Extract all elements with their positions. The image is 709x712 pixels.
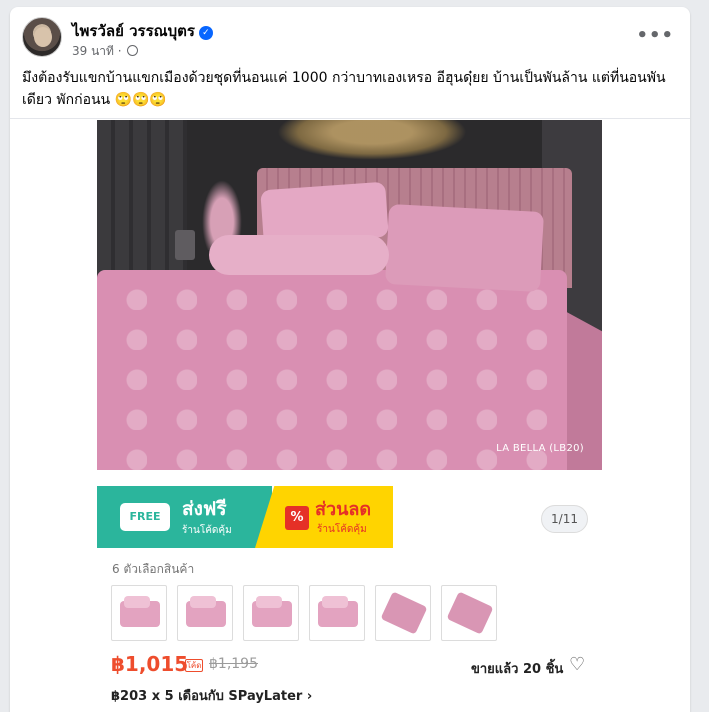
coupon-badge: โค้ด xyxy=(185,659,203,672)
product-photo[interactable]: LA BELLA (LB20) xyxy=(97,120,602,470)
thumb-pillow-image xyxy=(190,596,216,608)
sold-count: ขายแล้ว 20 ชิ้น xyxy=(471,662,564,677)
heart-icon[interactable]: ♡ xyxy=(569,654,585,675)
percent-icon: % xyxy=(285,506,309,530)
post-header: ไพรวัลย์ วรรณบุตร ✓ 39 นาที · ••• xyxy=(22,17,682,61)
variant-thumb-4[interactable] xyxy=(309,585,365,641)
post-time[interactable]: 39 นาที xyxy=(72,44,114,58)
photo-lamp xyxy=(175,230,195,260)
image-pager: 1/11 xyxy=(541,505,588,533)
installment-link[interactable]: ฿203 x 5 เดือนกับ SPayLater › xyxy=(111,685,312,706)
thumb-pillow-image xyxy=(322,596,348,608)
globe-icon xyxy=(127,45,139,56)
post-text: มึงต้องรับแขกบ้านแขกเมืองด้วยชุดที่นอนแค… xyxy=(22,70,666,108)
thumb-folded-image xyxy=(446,591,494,635)
discount-promo[interactable]: % ส่วนลด ร้านโค้ดคุ้ม xyxy=(255,486,393,548)
meta-separator: · xyxy=(117,44,122,58)
verified-badge-icon: ✓ xyxy=(198,26,213,40)
options-label: 6 ตัวเลือกสินค้า xyxy=(112,562,195,576)
variant-thumb-2[interactable] xyxy=(177,585,233,641)
photo-pillow xyxy=(385,203,544,293)
thumb-pillow-image xyxy=(256,596,282,608)
post-card: ไพรวัลย์ วรรณบุตร ✓ 39 นาที · ••• มึงต้อง… xyxy=(10,7,690,712)
thumb-pillow-image xyxy=(124,596,150,608)
divider xyxy=(10,118,690,119)
original-price: ฿1,195 xyxy=(209,656,258,672)
promo-banner: FREE ส่งฟรี ร้านโค้ดคุ้ม % ส่วนลด ร้านโค… xyxy=(97,486,602,548)
variant-thumb-1[interactable] xyxy=(111,585,167,641)
variant-thumb-6[interactable] xyxy=(441,585,497,641)
free-shipping-promo[interactable]: FREE ส่งฟรี ร้านโค้ดคุ้ม xyxy=(97,486,272,548)
thumb-folded-image xyxy=(380,591,428,635)
author-avatar[interactable] xyxy=(22,17,62,57)
photo-caption: LA BELLA (LB20) xyxy=(496,443,584,454)
truck-icon: FREE xyxy=(120,503,170,531)
current-price: ฿1,015 xyxy=(111,652,189,676)
variant-thumb-5[interactable] xyxy=(375,585,431,641)
author-name-row: ไพรวัลย์ วรรณบุตร ✓ xyxy=(72,19,213,43)
variant-thumbnails xyxy=(111,585,531,641)
discount-title: ส่วนลด xyxy=(315,499,372,520)
free-shipping-title: ส่งฟรี xyxy=(182,498,227,520)
photo-bed xyxy=(97,270,567,470)
photo-bolster xyxy=(209,235,389,275)
more-options-button[interactable]: ••• xyxy=(636,25,674,46)
photo-chandelier xyxy=(277,120,467,160)
price-row: ฿1,015 โค้ด ฿1,195 ขายแล้ว 20 ชิ้น ♡ xyxy=(111,652,591,682)
author-name[interactable]: ไพรวัลย์ วรรณบุตร xyxy=(72,22,195,40)
free-shipping-sub: ร้านโค้ดคุ้ม xyxy=(182,525,232,536)
post-meta: 39 นาที · xyxy=(72,42,139,61)
discount-sub: ร้านโค้ดคุ้ม xyxy=(317,524,367,535)
variant-thumb-3[interactable] xyxy=(243,585,299,641)
avatar-face xyxy=(34,27,52,47)
